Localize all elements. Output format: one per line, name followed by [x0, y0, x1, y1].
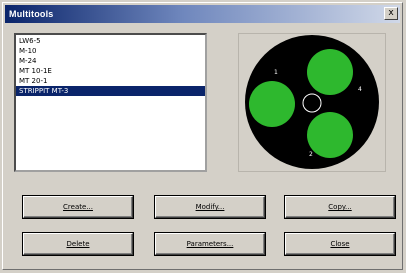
- station-top-right: [307, 49, 353, 95]
- create-button[interactable]: Create...: [23, 196, 133, 218]
- list-item[interactable]: MT 10-1E: [16, 66, 205, 76]
- list-item[interactable]: MT 20-1: [16, 76, 205, 86]
- multitool-list[interactable]: LW6-5 M-10 M-24 MT 10-1E MT 20-1 STRIPPI…: [14, 33, 207, 172]
- station-bottom-right: [307, 112, 353, 158]
- title-bar: Multitools x: [5, 5, 400, 23]
- list-item[interactable]: M-10: [16, 46, 205, 56]
- close-window-button[interactable]: x: [384, 7, 398, 20]
- station-number: 1: [274, 69, 278, 76]
- station-number: 2: [309, 151, 313, 158]
- window-title: Multitools: [9, 9, 54, 19]
- multitool-preview: 1 4 2: [238, 33, 386, 172]
- list-item[interactable]: M-24: [16, 56, 205, 66]
- list-item-selected[interactable]: STRIPPIT MT-3: [16, 86, 205, 96]
- copy-button[interactable]: Copy...: [285, 196, 395, 218]
- delete-button[interactable]: Delete: [23, 233, 133, 255]
- modify-button[interactable]: Modify...: [155, 196, 265, 218]
- parameters-button[interactable]: Parameters...: [155, 233, 265, 255]
- station-left: [249, 81, 295, 127]
- station-number: 4: [358, 86, 362, 93]
- close-button[interactable]: Close: [285, 233, 395, 255]
- list-item[interactable]: LW6-5: [16, 36, 205, 46]
- multitool-preview-graphic: 1 4 2: [245, 35, 379, 169]
